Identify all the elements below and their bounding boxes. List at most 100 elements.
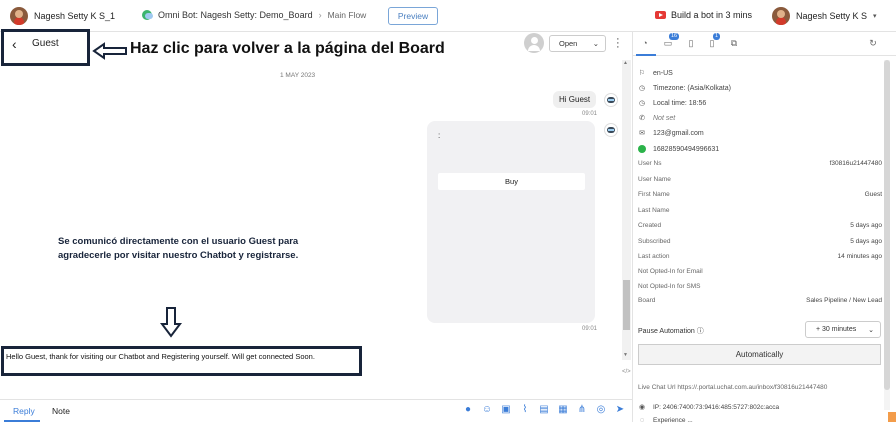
chevron-down-icon: ⌄ — [592, 39, 599, 48]
reply-input[interactable]: Hello Guest, thank for visiting our Chat… — [6, 352, 315, 361]
bot-message-card: : Buy — [427, 121, 595, 323]
bot-avatar-icon — [604, 93, 618, 107]
pause-automation-label: Pause Automation ⓘ — [638, 328, 704, 335]
local-time-row: ◷ Local time: 18:56 — [638, 99, 707, 108]
contact-name: Guest — [32, 38, 59, 49]
card-text: : — [438, 131, 441, 140]
conversation-status-select[interactable]: Open ⌄ — [549, 35, 606, 52]
field-value: 14 minutes ago — [837, 253, 882, 260]
bot-message-greeting: Hi Guest — [553, 91, 597, 108]
image-icon[interactable]: ▣ — [500, 404, 512, 416]
field-value: f30816u21447480 — [829, 160, 882, 167]
local-time-value: Local time: 18:56 — [653, 99, 707, 107]
whatsapp-value: 16828590494996631 — [653, 145, 720, 153]
clipboard-badge: 1 — [713, 33, 721, 40]
ip-row: ◉ IP: 2406:7400:73:9416:485:5727:802c:ac… — [638, 403, 779, 412]
field-value: 5 days ago — [850, 222, 882, 229]
callout-contacted-guest: Se comunicó directamente con el usuario … — [58, 236, 299, 261]
calendar-icon[interactable]: ▦ — [557, 404, 569, 416]
scroll-thumb[interactable] — [623, 280, 630, 330]
field-label: User Ns — [638, 160, 662, 167]
account-avatar — [772, 7, 790, 25]
microphone-icon[interactable]: ● — [462, 404, 474, 416]
chevron-down-icon: ⌄ — [868, 326, 874, 334]
workspace-user-name: Nagesh Setty K S_1 — [34, 11, 116, 21]
flow-name[interactable]: Main Flow — [328, 10, 367, 20]
phone-row: ✆ Not set — [638, 114, 675, 123]
timezone-value: Timezone: (Asia/Kolkata) — [653, 84, 731, 92]
whatsapp-icon — [638, 145, 646, 153]
field-label: Board — [638, 297, 656, 304]
buy-button[interactable]: Buy — [438, 173, 585, 190]
user-avatar — [10, 7, 28, 25]
headset-icon[interactable]: ◎ — [595, 404, 607, 416]
youtube-icon — [655, 11, 666, 19]
panel-scroll-thumb[interactable] — [884, 60, 890, 390]
info-icon: ◌ — [639, 417, 645, 424]
emoji-icon[interactable]: ☺ — [481, 404, 493, 416]
annotation-arrow-left-icon — [92, 42, 127, 60]
field-label: Last Name — [638, 207, 670, 214]
partial-row: ◌ Experience ... — [638, 417, 693, 424]
clipboard-icon[interactable]: ▯ 1 — [707, 33, 721, 48]
timezone-row: ◷ Timezone: (Asia/Kolkata) — [638, 84, 731, 93]
copy-icon[interactable]: ⧉ — [729, 38, 739, 48]
field-label: Subscribed — [638, 238, 671, 245]
composer-tools: ● ☺ ▣ ⌇ ▤ ▦ ⋔ ◎ ➤ — [462, 404, 626, 416]
assignee-avatar[interactable] — [524, 33, 544, 53]
workspace-user[interactable]: Nagesh Setty K S_1 — [10, 7, 115, 25]
tab-reply[interactable]: Reply — [13, 406, 35, 416]
location-icon: ◉ — [638, 404, 646, 411]
email-row: ✉ 123@gmail.com — [638, 129, 704, 138]
message-time: 09:01 — [582, 326, 598, 332]
scroll-down-icon[interactable]: ▼ — [623, 352, 628, 358]
annotation-arrow-down-icon — [160, 307, 182, 338]
bot-title[interactable]: Omni Bot: Nagesh Setty: Demo_Board — [158, 10, 313, 20]
reply-highlight-box — [1, 346, 362, 376]
chevron-down-icon: ▾ — [873, 13, 877, 20]
send-icon[interactable]: ➤ — [614, 404, 626, 416]
status-value: Open — [559, 39, 578, 48]
flow-icon[interactable]: ⋔ — [576, 404, 588, 416]
phone-icon: ✆ — [639, 115, 645, 122]
chat-scrollbar[interactable]: ▲ ▼ — [622, 60, 631, 360]
back-arrow-icon[interactable]: ‹ — [12, 36, 17, 52]
more-options-icon[interactable]: · · · — [616, 34, 620, 53]
field-label: Not Opted-In for SMS — [638, 283, 701, 290]
panel-scrollbar[interactable] — [884, 60, 890, 410]
refresh-icon[interactable]: ↻ — [868, 38, 878, 48]
field-label: User Name — [638, 176, 671, 183]
whatsapp-row: 16828590494996631 — [638, 145, 719, 153]
locale-value: en-US — [653, 69, 673, 77]
pause-duration-value: + 30 minutes — [816, 326, 857, 333]
attachment-icon[interactable]: ⌇ — [519, 404, 531, 416]
callout-back-to-board: Haz clic para volver a la página del Boa… — [130, 40, 445, 57]
bot-avatar-icon — [604, 123, 618, 137]
live-chat-url[interactable]: Live Chat Url https://.portal.uchat.com.… — [638, 384, 827, 391]
clock-icon: ◷ — [638, 85, 646, 92]
preview-button[interactable]: Preview — [388, 7, 438, 25]
locale-row: ⚐ en-US — [638, 69, 673, 78]
phone-value[interactable]: Not set — [653, 115, 675, 122]
breadcrumb-separator-icon: › — [318, 10, 322, 20]
automatically-button[interactable]: Automatically — [638, 344, 881, 365]
document-icon[interactable]: ▤ — [538, 404, 550, 416]
field-value: 5 days ago — [850, 238, 882, 245]
widget-tab[interactable] — [888, 412, 896, 422]
field-value[interactable]: Guest — [865, 191, 882, 198]
bot-icon — [142, 10, 153, 20]
code-toggle-icon[interactable]: </> — [622, 369, 631, 375]
pause-duration-select[interactable]: + 30 minutes ⌄ — [805, 321, 881, 338]
tutorial-link[interactable]: Build a bot in 3 mins — [655, 10, 752, 20]
inbox-badge: 16 — [669, 33, 680, 40]
account-menu[interactable]: Nagesh Setty K S ▾ — [772, 7, 877, 25]
inbox-icon[interactable]: ▭ 16 — [663, 33, 680, 48]
tab-note[interactable]: Note — [52, 406, 70, 416]
bookmark-icon[interactable]: ▯ — [686, 38, 696, 48]
scroll-up-icon[interactable]: ▲ — [623, 60, 628, 66]
field-value[interactable]: Sales Pipeline / New Lead — [806, 297, 882, 304]
person-icon[interactable]: ◔ — [640, 38, 650, 48]
field-label: Last action — [638, 253, 670, 260]
field-label: Created — [638, 222, 662, 229]
email-value[interactable]: 123@gmail.com — [653, 130, 704, 137]
